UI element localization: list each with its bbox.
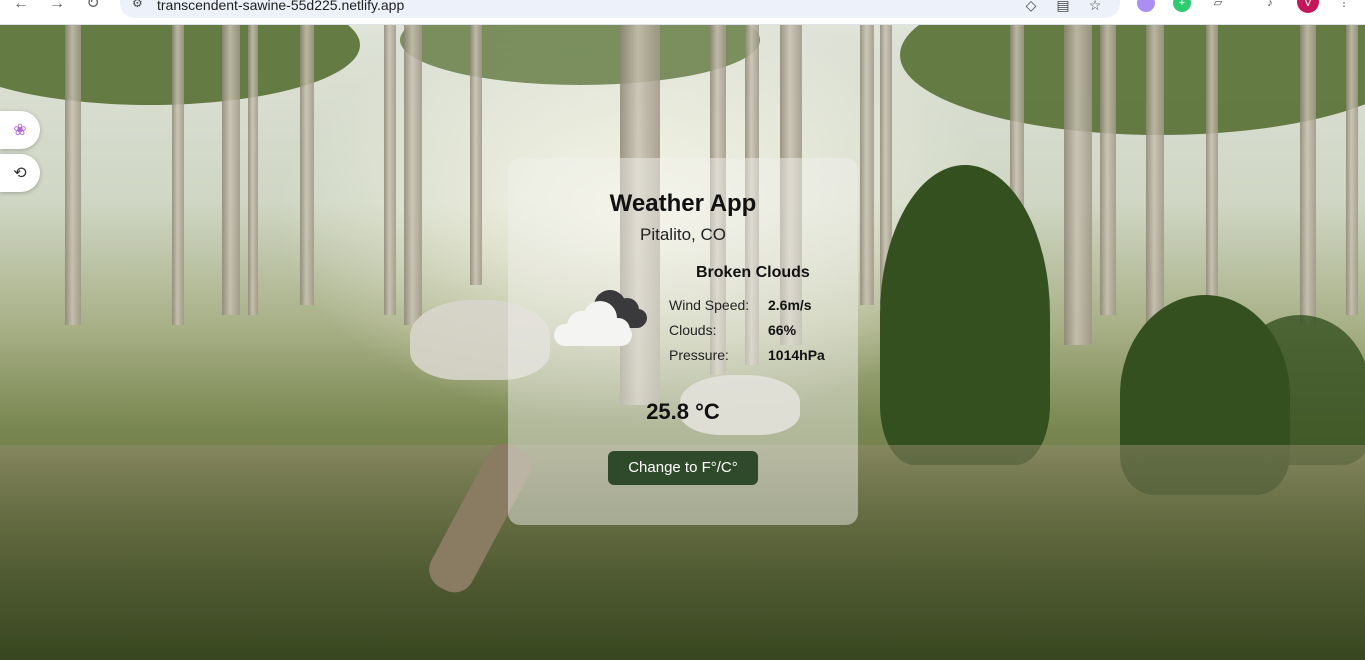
tree-trunk — [248, 25, 258, 315]
tree-trunk — [1064, 25, 1092, 345]
weather-card: Weather App Pitalito, CO Broken Clouds W… — [508, 158, 858, 525]
tree-trunk — [1146, 25, 1164, 325]
profile-avatar[interactable]: V — [1297, 0, 1319, 13]
tree-trunk — [1300, 25, 1316, 325]
pine-shrub — [1230, 315, 1365, 465]
tree-trunk — [172, 25, 184, 325]
clouds-row: Clouds: 66% — [669, 321, 849, 339]
browser-toolbar: ← → ↻ ⚙ transcendent-sawine-55d225.netli… — [0, 0, 1365, 25]
broken-clouds-icon — [554, 290, 647, 346]
tree-trunk — [404, 25, 422, 325]
extensions-puzzle-icon[interactable]: ▱ — [1209, 0, 1227, 12]
extension-plus-icon[interactable]: + — [1173, 0, 1191, 12]
tree-trunk — [1206, 25, 1218, 315]
pressure-label: Pressure: — [669, 347, 729, 363]
bookmark-star-icon[interactable]: ☆ — [1086, 0, 1104, 14]
pine-shrub — [880, 165, 1050, 465]
clouds-label: Clouds: — [669, 322, 717, 338]
back-icon[interactable]: ← — [10, 0, 32, 15]
refresh-extension-button[interactable]: ⟲ — [0, 154, 40, 192]
wind-speed-value: 2.6m/s — [768, 297, 812, 313]
tree-trunk — [470, 25, 482, 285]
brain-icon: ❀ — [13, 122, 27, 139]
pressure-value: 1014hPa — [768, 347, 825, 363]
wind-speed-row: Wind Speed: 2.6m/s — [669, 296, 849, 314]
location-icon[interactable]: ◇ — [1022, 0, 1040, 14]
brain-extension-button[interactable]: ❀ — [0, 111, 40, 149]
extension-brain-icon[interactable] — [1137, 0, 1155, 12]
forward-icon[interactable]: → — [46, 0, 68, 15]
temperature-display: 25.8 °C — [646, 399, 720, 424]
address-bar[interactable]: ⚙ transcendent-sawine-55d225.netlify.app… — [120, 0, 1120, 18]
tree-canopy — [900, 25, 1365, 135]
tree-trunk — [384, 25, 396, 315]
tree-trunk — [222, 25, 240, 315]
unit-toggle-button[interactable]: Change to F°/C° — [608, 451, 758, 485]
tree-canopy — [400, 25, 760, 85]
sync-icon: ⟲ — [13, 165, 27, 182]
translate-icon[interactable]: ▤ — [1054, 0, 1072, 14]
weather-description: Broken Clouds — [696, 264, 810, 281]
media-control-icon[interactable]: ♪ — [1261, 0, 1279, 12]
tree-trunk — [65, 25, 81, 325]
url-text[interactable]: transcendent-sawine-55d225.netlify.app — [157, 0, 404, 13]
site-info-icon[interactable]: ⚙ — [132, 0, 143, 10]
menu-kebab-icon[interactable]: ⋮ — [1335, 0, 1353, 12]
tree-trunk — [860, 25, 874, 305]
city-name: Pitalito, CO — [640, 225, 726, 244]
reload-icon[interactable]: ↻ — [82, 0, 104, 15]
tree-trunk — [1346, 25, 1358, 315]
pressure-row: Pressure: 1014hPa — [669, 346, 849, 364]
clouds-value: 66% — [768, 322, 797, 338]
tree-trunk — [1100, 25, 1116, 315]
wind-speed-label: Wind Speed: — [669, 297, 750, 313]
tree-trunk — [300, 25, 314, 305]
app-title: Weather App — [609, 190, 757, 217]
